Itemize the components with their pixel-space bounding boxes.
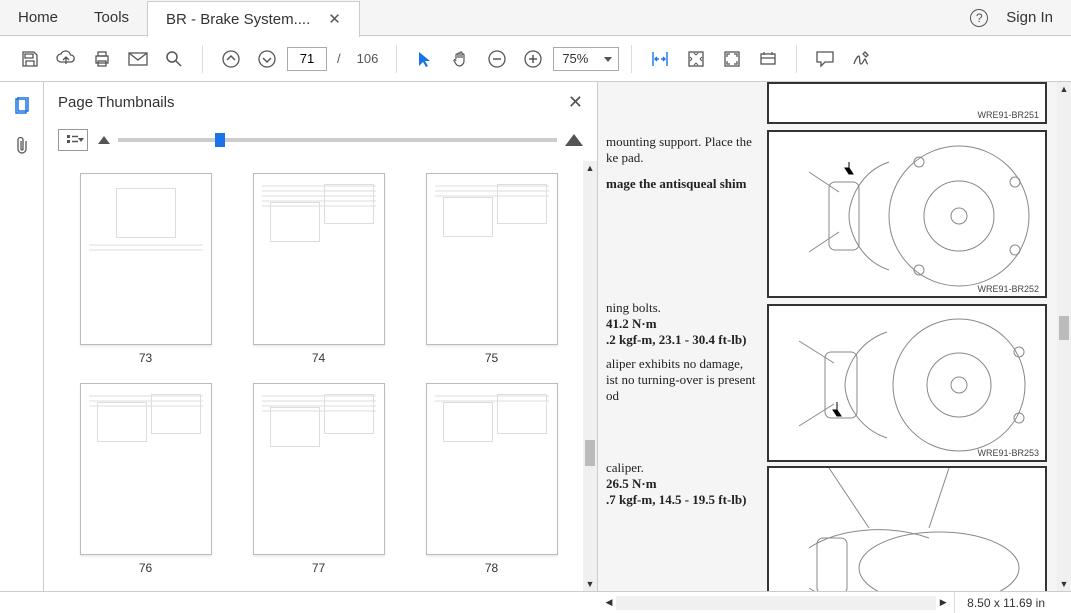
thumbnail-76[interactable]: 76 [64, 383, 227, 575]
zoom-small-icon [98, 136, 110, 144]
read-mode-icon[interactable] [752, 43, 784, 75]
thumbnails-panel: Page Thumbnails ✕ 73 74 75 76 77 78 [44, 82, 598, 591]
fit-width-icon[interactable] [644, 43, 676, 75]
thumbnail-78[interactable]: 78 [410, 383, 573, 575]
page-down-icon[interactable] [251, 43, 283, 75]
zoom-value: 75% [562, 51, 588, 66]
doc-text: mage the antisqueal shim [606, 176, 766, 192]
horizontal-scrollbar[interactable]: ◀▶ [602, 596, 950, 610]
doc-text: aliper exhibits no damage, [606, 356, 766, 372]
zoom-large-icon [565, 134, 583, 146]
doc-figure [767, 466, 1047, 591]
doc-figure: WRE91-BR253 [767, 304, 1047, 462]
doc-figure: WRE91-BR252 [767, 130, 1047, 298]
tab-home-label: Home [18, 9, 58, 26]
thumbnail-size-slider[interactable] [98, 134, 583, 146]
main-area: Page Thumbnails ✕ 73 74 75 76 77 78 [0, 82, 1071, 591]
tab-home[interactable]: Home [0, 0, 76, 36]
thumbnails-title: Page Thumbnails [58, 94, 174, 111]
document-scrollbar[interactable]: ▲▼ [1057, 82, 1071, 591]
doc-text: .7 kgf-m, 14.5 - 19.5 ft-lb) [606, 492, 766, 508]
doc-text: ist no turning-over is present [606, 372, 766, 388]
tab-bar: Home Tools BR - Brake System.... ✕ ? Sig… [0, 0, 1071, 36]
doc-text: caliper. [606, 460, 766, 476]
thumbnails-grid: 73 74 75 76 77 78 [44, 161, 597, 591]
page-number-input[interactable] [287, 47, 327, 71]
selection-tool-icon[interactable] [409, 43, 441, 75]
thumbnail-73[interactable]: 73 [64, 173, 227, 365]
comment-icon[interactable] [809, 43, 841, 75]
document-view[interactable]: mounting support. Place the ke pad. mage… [598, 82, 1071, 591]
cloud-upload-icon[interactable] [50, 43, 82, 75]
zoom-in-icon[interactable] [517, 43, 549, 75]
help-icon[interactable]: ? [970, 9, 988, 27]
doc-text: 26.5 N·m [606, 476, 766, 492]
zoom-select[interactable]: 75% [553, 47, 619, 71]
fullscreen-icon[interactable] [716, 43, 748, 75]
doc-text: .2 kgf-m, 23.1 - 30.4 ft-lb) [606, 332, 766, 348]
page-up-icon[interactable] [215, 43, 247, 75]
doc-figure: WRE91-BR251 [767, 82, 1047, 124]
close-tab-icon[interactable]: ✕ [328, 10, 341, 28]
zoom-out-icon[interactable] [481, 43, 513, 75]
tab-document[interactable]: BR - Brake System.... ✕ [147, 1, 360, 37]
sign-in-link[interactable]: Sign In [1006, 9, 1053, 26]
search-icon[interactable] [158, 43, 190, 75]
page-sep: / [337, 51, 341, 66]
thumbnail-74[interactable]: 74 [237, 173, 400, 365]
page-total: 106 [357, 51, 379, 66]
status-bar: ◀▶ 8.50 x 11.69 in [0, 591, 1071, 613]
side-rail [0, 82, 44, 591]
doc-text: ke pad. [606, 150, 766, 166]
thumbnails-scrollbar[interactable]: ▲▼ [583, 161, 597, 591]
doc-text: od [606, 388, 766, 404]
tab-document-label: BR - Brake System.... [166, 11, 310, 28]
page-dimensions: 8.50 x 11.69 in [954, 592, 1057, 613]
thumbnail-options-button[interactable] [58, 129, 88, 151]
thumbnails-rail-icon[interactable] [8, 92, 36, 120]
hand-tool-icon[interactable] [445, 43, 477, 75]
thumbnail-75[interactable]: 75 [410, 173, 573, 365]
attachments-rail-icon[interactable] [8, 132, 36, 160]
sign-icon[interactable] [845, 43, 877, 75]
close-panel-icon[interactable]: ✕ [568, 92, 583, 113]
fit-page-icon[interactable] [680, 43, 712, 75]
thumbnail-77[interactable]: 77 [237, 383, 400, 575]
tab-tools[interactable]: Tools [76, 0, 147, 36]
print-icon[interactable] [86, 43, 118, 75]
doc-text: mounting support. Place the [606, 134, 766, 150]
save-icon[interactable] [14, 43, 46, 75]
doc-text: 41.2 N·m [606, 316, 766, 332]
toolbar: / 106 75% [0, 36, 1071, 82]
doc-text: ning bolts. [606, 300, 766, 316]
mail-icon[interactable] [122, 43, 154, 75]
tab-tools-label: Tools [94, 9, 129, 26]
